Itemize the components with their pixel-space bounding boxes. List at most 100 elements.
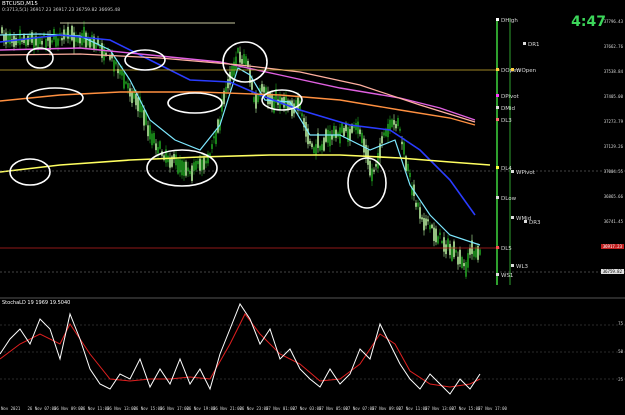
candle-body — [77, 37, 79, 43]
candle-body — [153, 133, 155, 144]
candle-body — [323, 137, 325, 151]
candle-body — [453, 241, 455, 258]
candle-body — [245, 56, 247, 66]
candle-body — [141, 105, 143, 113]
level-marker — [496, 68, 499, 71]
candle-body — [143, 110, 145, 126]
time-axis-label: 26 Nov 19:00 — [186, 406, 216, 411]
level-marker — [496, 273, 499, 276]
candle-body — [39, 37, 41, 45]
level-label: DL5 — [501, 246, 512, 252]
time-axis-label: 27 Nov 11:00 — [398, 406, 428, 411]
candle-body — [263, 86, 265, 93]
candle-body — [73, 32, 75, 49]
candle-body — [215, 131, 217, 145]
price-axis-label: 37538.84 — [603, 69, 623, 74]
candle-body — [455, 250, 457, 253]
level-label: DR3 — [529, 220, 541, 226]
candle-body — [57, 38, 59, 46]
candle-body — [327, 129, 329, 143]
candle-body — [137, 97, 139, 112]
candle-body — [473, 250, 475, 257]
candle-body — [175, 154, 177, 166]
oscillator-level-label: 25 — [618, 377, 623, 382]
level-marker — [496, 18, 499, 21]
time-axis-label: 27 Nov 13:00 — [425, 406, 454, 411]
level-label: DLow — [501, 196, 517, 202]
candle-body — [457, 256, 459, 265]
price-chart-pane[interactable]: DHigh DR1 DOpen WOpen DPivot DMid DL3 DL4 WPivot… — [0, 0, 625, 297]
oscillator-canvas[interactable] — [0, 299, 625, 405]
candle-body — [467, 253, 469, 268]
time-axis-label: 27 Nov 09:00 — [372, 406, 401, 411]
candle-body — [131, 91, 133, 103]
oscillator-level-label: 50 — [618, 349, 623, 354]
candle-body — [61, 38, 63, 41]
oscillator-pane[interactable]: StochaLD 19 1969 19.5040 75 50 25 — [0, 299, 625, 405]
candle-body — [399, 128, 401, 131]
time-axis-label: 27 Nov 07:00 — [345, 406, 375, 411]
annotation-ellipse — [26, 47, 54, 69]
candle-body — [85, 32, 87, 48]
time-axis-label: 27 Nov 03:00 — [292, 406, 322, 411]
candle-body — [213, 136, 215, 139]
candle-body — [273, 96, 275, 113]
candle-body — [357, 121, 359, 134]
time-axis-label: 27 Nov 01:00 — [266, 406, 295, 411]
candle-body — [465, 262, 467, 277]
candle-body — [47, 36, 49, 41]
candle-body — [55, 34, 57, 47]
candle-body — [3, 34, 5, 42]
candle-body — [205, 160, 207, 164]
candle-body — [451, 246, 453, 261]
candle-body — [235, 56, 237, 70]
candle-body — [311, 143, 313, 148]
level-label: DL4 — [501, 166, 512, 172]
oscillator-title: StochaLD 19 1969 19.5040 — [2, 300, 71, 306]
candle-body — [71, 25, 73, 41]
candle-body — [261, 84, 263, 92]
candle-body — [237, 48, 239, 53]
candle-body — [115, 61, 117, 65]
candle-body — [227, 79, 229, 89]
annotation-ellipse — [124, 49, 166, 71]
candle-body — [193, 162, 195, 171]
candle-body — [201, 159, 203, 171]
candle-body — [25, 39, 27, 47]
level-label: DR1 — [528, 42, 540, 48]
time-axis-label: 26 Nov 23:00 — [239, 406, 269, 411]
price-axis-label: 37004.55 — [603, 169, 623, 174]
level-label: DPivot — [501, 94, 520, 100]
candle-body — [335, 129, 337, 138]
candle-body — [179, 159, 181, 173]
candle-body — [63, 29, 65, 40]
candle-body — [389, 119, 391, 130]
candle-body — [189, 171, 191, 175]
candle-body — [427, 219, 429, 222]
price-chart-canvas[interactable]: DHighDR1DOpenWOpenDPivotDMidDL3DL4WPivot… — [0, 0, 625, 297]
candle-body — [121, 69, 123, 76]
candle-body — [123, 72, 125, 89]
candle-body — [437, 236, 439, 244]
candle-body — [253, 97, 255, 103]
time-axis-label: 27 Nov 17:00 — [478, 406, 507, 411]
candle-body — [19, 29, 21, 45]
candle-body — [81, 33, 83, 46]
candle-body — [383, 132, 385, 136]
candle-body — [177, 158, 179, 174]
candle-body — [449, 243, 451, 255]
candle-body — [285, 96, 287, 109]
price-axis-label: 37405.00 — [603, 94, 623, 99]
candle-body — [203, 157, 205, 170]
candle-body — [49, 35, 51, 51]
time-axis-label: 27 Nov 05:00 — [319, 406, 348, 411]
candle-body — [319, 146, 321, 151]
candle-body — [15, 37, 17, 46]
candle-body — [423, 218, 425, 231]
candle-body — [365, 144, 367, 158]
candle-body — [233, 61, 235, 76]
time-axis-label: 26 Nov 07:00 — [27, 406, 57, 411]
candle-body — [187, 167, 189, 172]
candle-body — [435, 228, 437, 243]
candle-body — [421, 217, 423, 220]
